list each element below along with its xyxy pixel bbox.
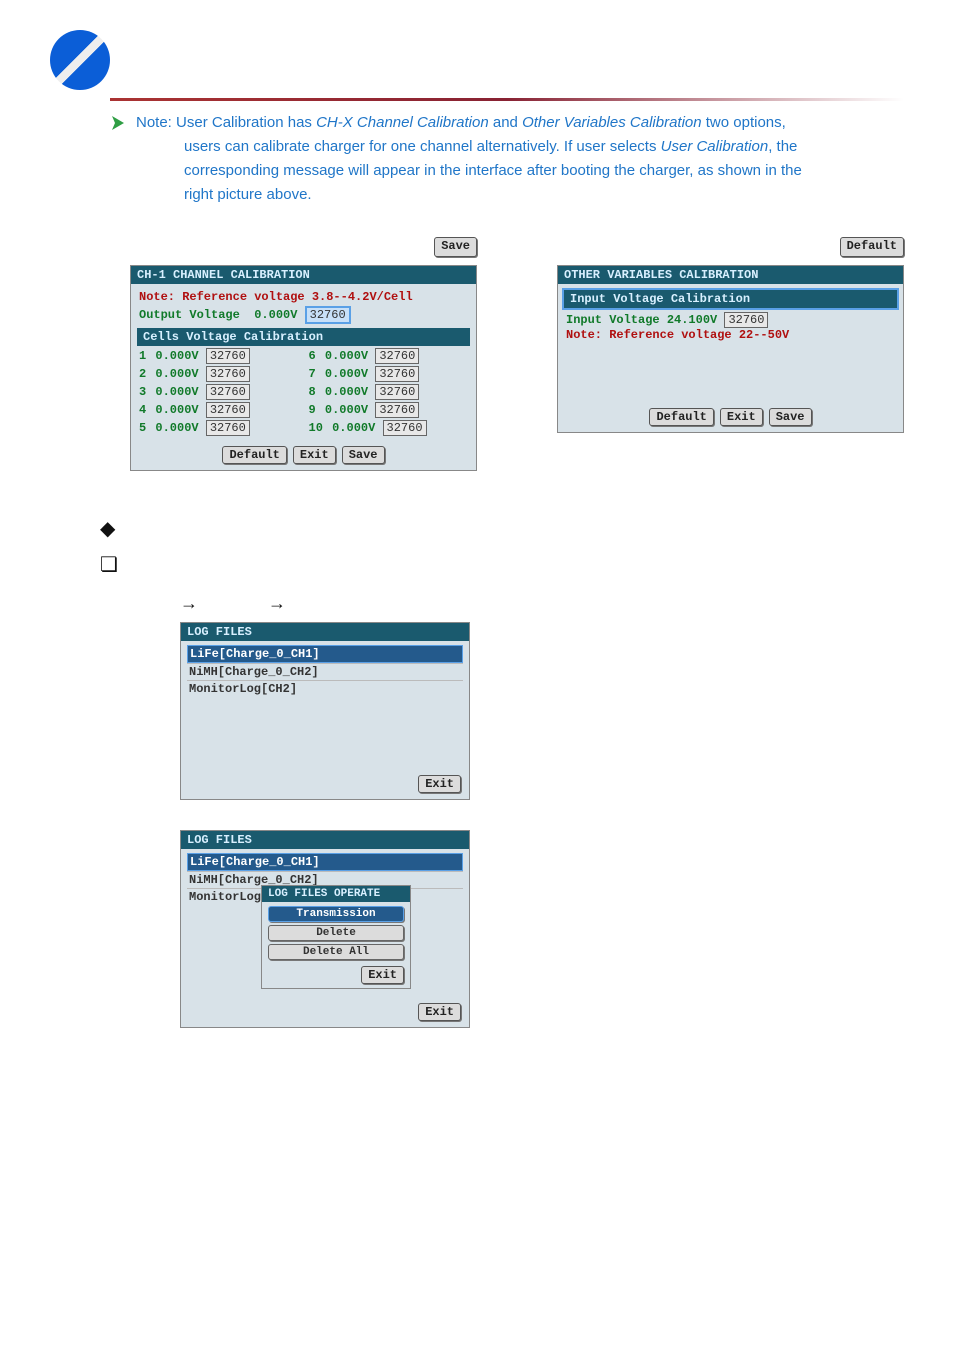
note-link-usercal: User Calibration [661, 138, 769, 155]
popup-menu-item[interactable]: Delete [268, 925, 404, 941]
other-title: OTHER VARIABLES CALIBRATION [558, 266, 903, 284]
output-voltage-code[interactable]: 32760 [305, 306, 351, 324]
default-button[interactable]: Default [222, 446, 286, 464]
brand-logo [50, 30, 110, 90]
header-rule [110, 98, 904, 101]
cell-code[interactable]: 32760 [375, 366, 419, 382]
log-files-panel: LOG FILES LiFe[Charge_0_CH1]NiMH[Charge_… [180, 622, 470, 800]
cell-code[interactable]: 32760 [206, 402, 250, 418]
save-button[interactable]: Save [769, 408, 812, 426]
log-file-item[interactable]: LiFe[Charge_0_CH1] [187, 853, 463, 871]
arrow-right-icon: → [268, 593, 286, 613]
log-file-item[interactable]: NiMH[Charge_0_CH2] [187, 663, 463, 680]
cell-voltage: 0.000V [155, 349, 198, 363]
popup-menu-item[interactable]: Transmission [268, 906, 404, 922]
exit-button[interactable]: Exit [293, 446, 336, 464]
square-bullet-icon: ❏ [100, 547, 904, 583]
other-note: Note: Reference voltage 22--50V [566, 328, 895, 342]
cell-code[interactable]: 32760 [375, 384, 419, 400]
output-voltage-value: 0.000V [254, 308, 297, 322]
default-button[interactable]: Default [840, 237, 904, 257]
note-text: , the [768, 138, 797, 155]
cell-voltage: 0.000V [325, 349, 368, 363]
cell-index: 4 [139, 403, 146, 417]
note-prefix: Note: [136, 114, 172, 131]
cell-row: 8 0.000V 32760 [309, 384, 469, 400]
log-file-item[interactable]: MonitorLog[CH2] [187, 680, 463, 697]
ch1-panel: CH-1 CHANNEL CALIBRATION Note: Reference… [130, 265, 477, 471]
input-voltage-row: Input Voltage 24.100V [566, 313, 717, 327]
cell-index: 6 [309, 349, 316, 363]
cell-index: 10 [309, 421, 323, 435]
cell-index: 9 [309, 403, 316, 417]
ch1-note: Note: Reference voltage 3.8--4.2V/Cell [139, 290, 468, 304]
note-text: users can calibrate charger for one chan… [184, 138, 661, 155]
cell-row: 5 0.000V 32760 [139, 420, 299, 436]
cell-row: 2 0.000V 32760 [139, 366, 299, 382]
note-link-chx: CH-X Channel Calibration [316, 114, 489, 131]
cell-index: 1 [139, 349, 146, 363]
input-voltage-section[interactable]: Input Voltage Calibration [562, 288, 899, 310]
note-text: corresponding message will appear in the… [184, 159, 904, 183]
note-text: right picture above. [184, 183, 904, 207]
cell-row: 3 0.000V 32760 [139, 384, 299, 400]
cell-index: 2 [139, 367, 146, 381]
default-button[interactable]: Default [649, 408, 713, 426]
save-button[interactable]: Save [342, 446, 385, 464]
log-files-panel-popup: LOG FILES LiFe[Charge_0_CH1]NiMH[Charge_… [180, 830, 470, 1028]
note-text: User Calibration has [176, 114, 316, 131]
log-files-operate-popup: LOG FILES OPERATE Transmission Delete Dele… [261, 885, 411, 989]
other-panel: OTHER VARIABLES CALIBRATION Input Voltag… [557, 265, 904, 433]
cell-code[interactable]: 32760 [375, 402, 419, 418]
popup-exit-button[interactable]: Exit [361, 966, 404, 984]
cell-index: 5 [139, 421, 146, 435]
cell-index: 3 [139, 385, 146, 399]
diamond-bullet-icon: ◆ [100, 511, 904, 547]
log-file-item[interactable]: LiFe[Charge_0_CH1] [187, 645, 463, 663]
bullet-list: ◆ ❏ [100, 511, 904, 583]
cell-code[interactable]: 32760 [375, 348, 419, 364]
popup-menu-item[interactable]: Delete All [268, 944, 404, 960]
cell-voltage: 0.000V [155, 403, 198, 417]
cell-index: 7 [309, 367, 316, 381]
cell-voltage: 0.000V [332, 421, 375, 435]
exit-button[interactable]: Exit [418, 775, 461, 793]
cell-voltage: 0.000V [155, 385, 198, 399]
note-text: two options, [702, 114, 786, 131]
exit-button[interactable]: Exit [720, 408, 763, 426]
note-link-other: Other Variables Calibration [522, 114, 702, 131]
note-block: Note: User Calibration has CH-X Channel … [110, 111, 904, 207]
exit-button[interactable]: Exit [418, 1003, 461, 1021]
cell-row: 1 0.000V 32760 [139, 348, 299, 364]
cell-row: 6 0.000V 32760 [309, 348, 469, 364]
cell-code[interactable]: 32760 [206, 348, 250, 364]
cell-voltage: 0.000V [325, 385, 368, 399]
cell-voltage: 0.000V [325, 367, 368, 381]
arrow-line: → → [180, 593, 904, 614]
arrow-right-icon: → [180, 593, 198, 613]
cell-row: 9 0.000V 32760 [309, 402, 469, 418]
cell-index: 8 [309, 385, 316, 399]
save-button[interactable]: Save [434, 237, 477, 257]
input-voltage-code[interactable]: 32760 [724, 312, 768, 328]
log-files-title: LOG FILES [181, 623, 469, 641]
cell-code[interactable]: 32760 [206, 384, 250, 400]
cells-label: Cells Voltage Calibration [137, 328, 470, 346]
cell-row: 7 0.000V 32760 [309, 366, 469, 382]
ch1-title: CH-1 CHANNEL CALIBRATION [131, 266, 476, 284]
cell-code[interactable]: 32760 [206, 366, 250, 382]
popup-title: LOG FILES OPERATE [262, 886, 410, 902]
cell-code[interactable]: 32760 [383, 420, 427, 436]
log-files-title: LOG FILES [181, 831, 469, 849]
cell-voltage: 0.000V [155, 421, 198, 435]
cell-voltage: 0.000V [325, 403, 368, 417]
pointer-icon [110, 113, 130, 133]
cell-row: 10 0.000V 32760 [309, 420, 469, 436]
cell-code[interactable]: 32760 [206, 420, 250, 436]
cell-voltage: 0.000V [155, 367, 198, 381]
note-text: and [489, 114, 522, 131]
cell-row: 4 0.000V 32760 [139, 402, 299, 418]
output-voltage-label: Output Voltage [139, 308, 240, 322]
